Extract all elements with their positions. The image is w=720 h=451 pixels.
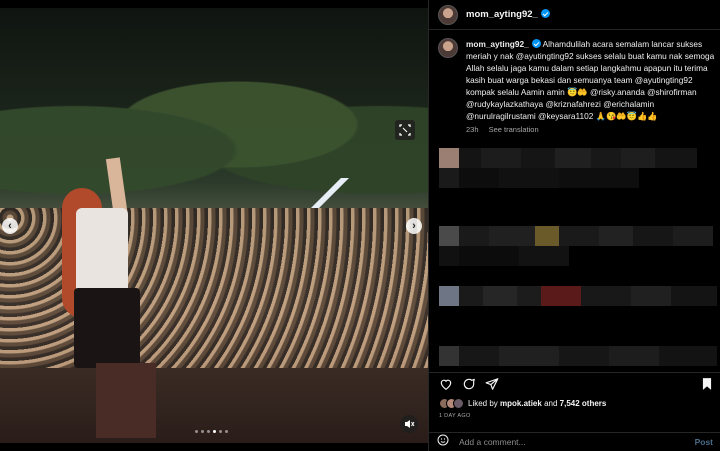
singer-skirt [74, 288, 140, 368]
carousel-dots [195, 430, 228, 433]
likes-summary: Liked by mpok.atiek and 7,542 others [439, 398, 606, 409]
share-icon[interactable] [485, 377, 499, 396]
caption-username[interactable]: mom_ayting92_ [466, 39, 529, 49]
comment-input[interactable] [459, 437, 695, 447]
heart-icon[interactable] [439, 377, 453, 396]
likes-connector: and [544, 399, 558, 408]
post-date[interactable]: 1 DAY AGO [439, 413, 471, 419]
carousel-dot [195, 430, 198, 433]
caption: mom_ayting92_ Alhamdulilah acara semalam… [438, 38, 716, 134]
verified-badge-icon [540, 9, 550, 18]
carousel-dot-active [213, 430, 216, 433]
likes-user-link[interactable]: mpok.atiek [500, 399, 542, 408]
comments-list [439, 148, 717, 370]
blurred-comment [439, 286, 717, 306]
tents [300, 178, 360, 208]
caption-time: 23h [466, 125, 479, 134]
liker-avatar[interactable] [453, 398, 464, 409]
avatar[interactable] [438, 4, 458, 25]
see-translation-link[interactable]: See translation [489, 125, 539, 134]
previous-media-button[interactable]: ‹ [2, 218, 18, 234]
singer-legs [96, 363, 156, 438]
caption-avatar[interactable] [438, 38, 458, 58]
blurred-comment [439, 148, 717, 168]
likes-text: Liked by mpok.atiek and 7,542 others [468, 399, 606, 408]
caption-body: Alhamdulilah acara semalam lancar sukses… [466, 39, 715, 121]
singer-shirt [76, 208, 128, 298]
post-header: mom_ayting92_ [429, 0, 720, 30]
carousel-dot [207, 430, 210, 433]
caption-meta: 23h See translation [466, 125, 716, 134]
singer-figure [60, 148, 170, 438]
action-bar [429, 372, 720, 390]
comment-icon[interactable] [462, 377, 476, 396]
blurred-comment [439, 226, 717, 246]
likes-prefix: Liked by [468, 399, 498, 408]
post-media[interactable]: ‹ › [0, 0, 428, 451]
mute-icon[interactable] [400, 415, 418, 433]
crop-icon[interactable] [395, 120, 415, 140]
blurred-comment [439, 246, 717, 266]
carousel-dot [201, 430, 204, 433]
next-media-button[interactable]: › [406, 218, 422, 234]
likes-others-link[interactable]: 7,542 others [560, 399, 607, 408]
bookmark-icon[interactable] [701, 377, 713, 396]
blurred-comment [439, 346, 717, 366]
carousel-dot [225, 430, 228, 433]
carousel-dot [219, 430, 222, 433]
emoji-icon[interactable] [437, 433, 449, 451]
header-username[interactable]: mom_ayting92_ [466, 9, 550, 20]
verified-badge-icon [531, 39, 541, 48]
post-comment-button[interactable]: Post [695, 437, 713, 447]
post-details-panel: mom_ayting92_ mom_ayting92_ Alhamdulilah… [428, 0, 720, 451]
add-comment-bar: Post [429, 432, 720, 451]
blurred-comment [439, 168, 717, 188]
caption-text: mom_ayting92_ Alhamdulilah acara semalam… [466, 38, 716, 122]
concert-photo [0, 8, 428, 443]
